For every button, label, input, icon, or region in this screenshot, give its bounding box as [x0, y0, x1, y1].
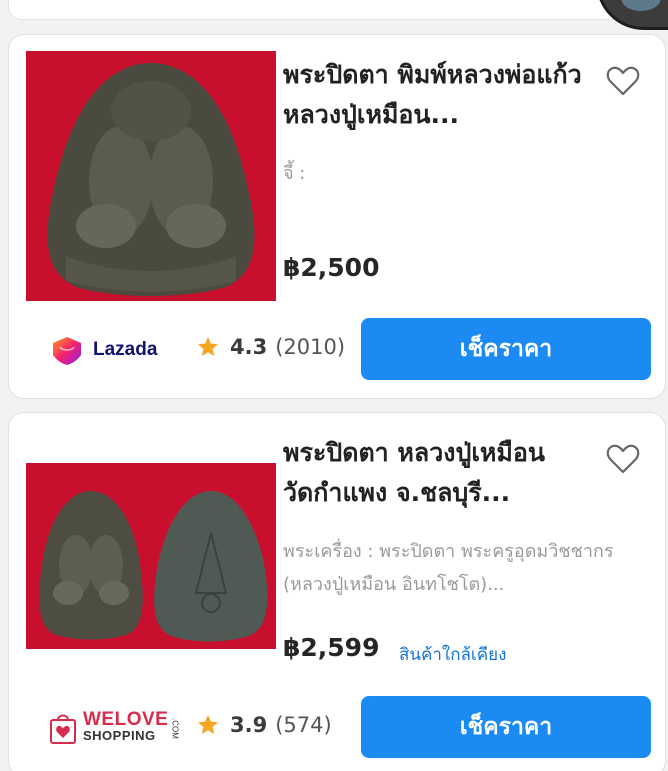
product-price: ฿2,500 [283, 253, 380, 282]
product-card[interactable]: พระปิดตา หลวงปู่เหมือน วัดกำแพง จ.ชลบุรี… [8, 412, 666, 771]
review-count: (2010) [275, 335, 346, 359]
store-name-top: WELOVE [83, 709, 169, 730]
product-rating: 3.9 (574) [196, 713, 332, 737]
lazada-logo: Lazada [49, 332, 157, 368]
rating-score: 4.3 [230, 335, 268, 359]
nearby-products-link[interactable]: สินค้าใกล้เคียง [399, 641, 506, 668]
store-name-bottom: SHOPPING [83, 728, 156, 743]
product-image[interactable] [26, 51, 276, 301]
product-price: ฿2,599 [283, 633, 380, 662]
lazada-heart-icon [53, 337, 81, 365]
product-title[interactable]: พระปิดตา พิมพ์หลวงพ่อแก้ว หลวงปู่เหมือน.… [283, 55, 603, 135]
star-icon [198, 337, 218, 356]
store-name: Lazada [93, 339, 158, 360]
previous-product-card[interactable] [8, 0, 658, 20]
heart-icon[interactable] [605, 63, 641, 99]
check-price-button[interactable]: เช็คราคา [361, 318, 651, 380]
product-card[interactable]: พระปิดตา พิมพ์หลวงพ่อแก้ว หลวงปู่เหมือน.… [8, 34, 666, 399]
product-title[interactable]: พระปิดตา หลวงปู่เหมือน วัดกำแพง จ.ชลบุรี… [283, 433, 603, 513]
product-image[interactable] [26, 463, 276, 649]
heart-icon[interactable] [605, 441, 641, 477]
rating-score: 3.9 [230, 713, 268, 737]
welove-shopping-logo: WELOVE SHOPPING .COM [49, 710, 179, 746]
shopping-bag-icon [50, 714, 76, 744]
product-subtitle: พระเครื่อง : พระปิดตา พระครูอุดมวิชชากร … [283, 541, 614, 595]
check-price-button[interactable]: เช็คราคา [361, 696, 651, 758]
product-rating: 4.3 (2010) [196, 335, 345, 359]
product-subtitle: จี้ : [283, 163, 306, 184]
store-domain: .COM [170, 717, 180, 739]
star-icon [198, 715, 218, 734]
review-count: (574) [275, 713, 332, 737]
